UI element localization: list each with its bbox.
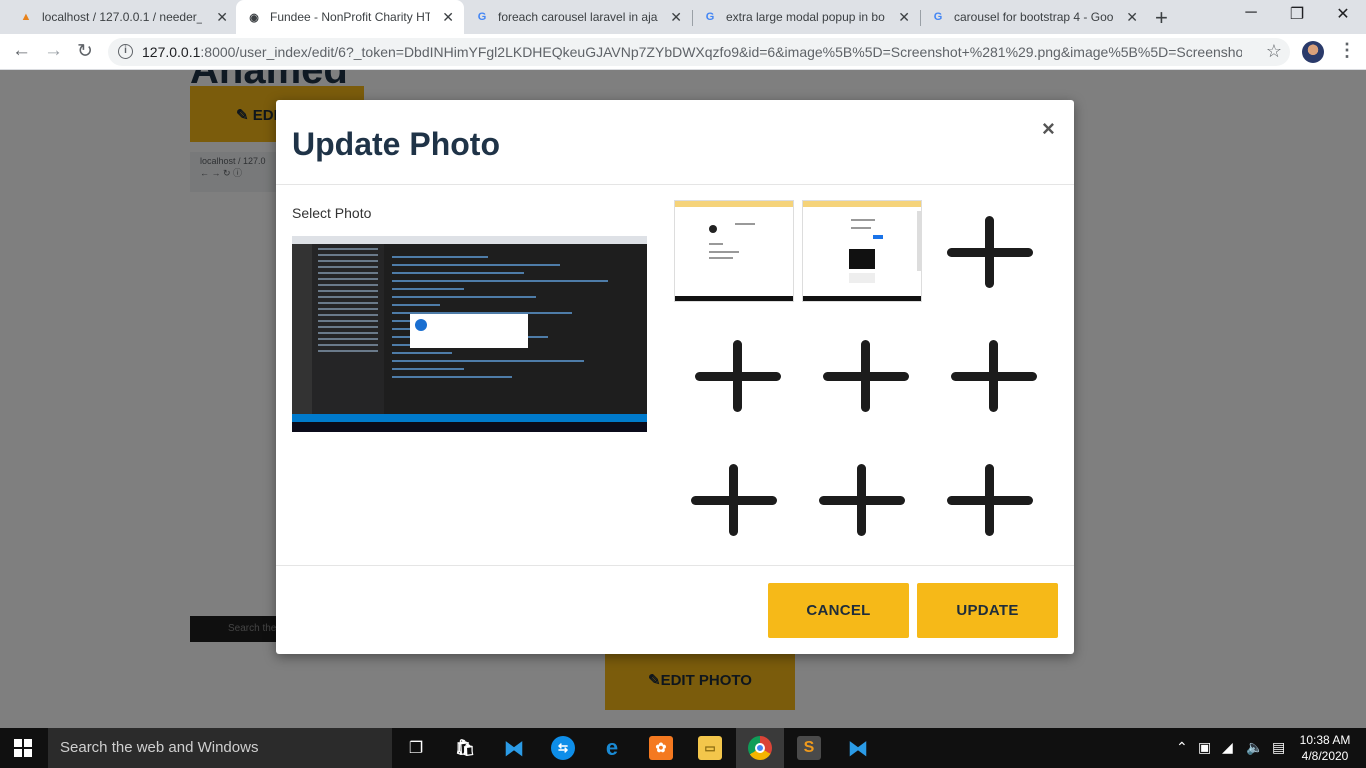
close-tab-icon[interactable]: ✕: [216, 9, 228, 26]
modal-header: Update Photo ×: [276, 100, 1074, 185]
google-icon: G: [477, 11, 487, 23]
phpmyadmin-icon: ▲: [20, 11, 32, 23]
close-tab-icon[interactable]: ✕: [670, 9, 682, 26]
notifications-icon[interactable]: ▤: [1272, 739, 1285, 756]
url-host: 127.0.0.1: [142, 44, 201, 60]
add-photo-plus-icon[interactable]: [695, 340, 781, 412]
modal-footer: CANCEL UPDATE: [276, 565, 1074, 654]
select-photo-label: Select Photo: [292, 205, 372, 221]
selected-photo-preview[interactable]: [292, 236, 647, 432]
tab-title: carousel for bootstrap 4 - Goo: [954, 10, 1114, 24]
add-photo-plus-icon[interactable]: [947, 464, 1033, 536]
taskbar-search-box[interactable]: Search the web and Windows: [48, 728, 392, 768]
tab-phpmyadmin[interactable]: ▲ localhost / 127.0.0.1 / needer_d ✕: [8, 0, 238, 34]
sublime-text-icon[interactable]: S: [797, 736, 821, 760]
thumb-mark: [873, 235, 883, 239]
tab-search-carousel[interactable]: G carousel for bootstrap 4 - Goo ✕: [920, 0, 1148, 34]
chevron-up-icon[interactable]: ⌃: [1176, 739, 1188, 756]
thumb-mark: [709, 225, 717, 233]
chrome-center: [755, 743, 765, 753]
new-tab-icon[interactable]: +: [1155, 5, 1168, 31]
info-icon[interactable]: i: [118, 44, 133, 59]
update-button[interactable]: UPDATE: [917, 583, 1058, 638]
preview-statusbar: [292, 414, 647, 422]
vscode-icon[interactable]: ⧓: [502, 736, 526, 760]
bookmark-star-icon[interactable]: ☆: [1266, 41, 1282, 62]
close-tab-icon[interactable]: ✕: [1126, 9, 1138, 26]
preview-file-tree: [312, 244, 384, 414]
add-photo-plus-icon[interactable]: [823, 340, 909, 412]
add-photo-plus-icon[interactable]: [951, 340, 1037, 412]
modal-title: Update Photo: [292, 126, 500, 162]
windows-start-icon[interactable]: [14, 739, 32, 757]
maximize-icon[interactable]: ❐: [1274, 4, 1320, 24]
back-icon[interactable]: ←: [12, 40, 31, 62]
preview-titlebar: [292, 236, 647, 244]
google-icon: G: [933, 11, 943, 23]
chrome-icon[interactable]: [748, 736, 772, 760]
teamviewer-icon: [415, 319, 427, 331]
thumb-mark: [709, 251, 739, 253]
xampp-icon[interactable]: ✿: [649, 736, 673, 760]
tab-title: Fundee - NonProfit Charity HT: [270, 10, 430, 24]
google-icon: G: [705, 11, 715, 23]
thumb-mark: [735, 223, 755, 225]
wifi-icon[interactable]: ◢: [1222, 739, 1233, 756]
thumb-footer: [675, 296, 793, 301]
thumb-mark: [709, 243, 723, 245]
reload-icon[interactable]: ↻: [77, 40, 93, 63]
clock-time: 10:38 AM: [1299, 733, 1351, 747]
preview-activity-bar: [292, 244, 312, 414]
tab-title: foreach carousel laravel in ajax: [498, 10, 658, 24]
close-tab-icon[interactable]: ✕: [898, 9, 910, 26]
url-path: :8000/user_index/edit/6?_token=DbdINHimY…: [200, 44, 1242, 60]
profile-avatar[interactable]: [1302, 41, 1324, 63]
browser-tab-strip: ▲ localhost / 127.0.0.1 / needer_d ✕ ◉ F…: [0, 0, 1366, 34]
clock[interactable]: 10:38 AM 4/8/2020: [1290, 732, 1360, 764]
tab-fundee[interactable]: ◉ Fundee - NonProfit Charity HT ✕: [236, 0, 464, 34]
network-icon[interactable]: ▣: [1198, 739, 1211, 756]
address-bar[interactable]: i 127.0.0.1:8000/user_index/edit/6?_toke…: [108, 38, 1290, 66]
clock-date: 4/8/2020: [1301, 749, 1349, 763]
close-window-icon[interactable]: ✕: [1320, 4, 1366, 24]
globe-icon: ◉: [249, 11, 259, 24]
preview-taskbar: [292, 422, 647, 432]
add-photo-plus-icon[interactable]: [947, 216, 1033, 288]
add-photo-plus-icon[interactable]: [691, 464, 777, 536]
volume-icon[interactable]: 🔈: [1246, 739, 1263, 756]
windows-taskbar: Search the web and Windows ❐ 🛍 ⧓ ⇆ e ✿ ▭…: [0, 728, 1366, 768]
photo-thumbnail-2[interactable]: [802, 200, 922, 302]
tab-search-foreach[interactable]: G foreach carousel laravel in ajax ✕: [464, 0, 692, 34]
thumb-bar: [675, 201, 793, 207]
teamviewer-icon[interactable]: ⇆: [551, 736, 575, 760]
thumb-mark: [851, 219, 875, 221]
browser-toolbar: ← → ↻ i 127.0.0.1:8000/user_index/edit/6…: [0, 34, 1366, 70]
thumb-mark: [851, 227, 871, 229]
edge-icon[interactable]: e: [600, 735, 624, 760]
close-tab-icon[interactable]: ✕: [442, 9, 454, 26]
cancel-button[interactable]: CANCEL: [768, 583, 909, 638]
add-photo-plus-icon[interactable]: [819, 464, 905, 536]
tab-title: localhost / 127.0.0.1 / needer_d: [42, 10, 202, 24]
forward-icon[interactable]: →: [44, 40, 63, 62]
url-text[interactable]: 127.0.0.1:8000/user_index/edit/6?_token=…: [142, 44, 1242, 60]
thumb-mark: [849, 249, 875, 269]
update-photo-modal: Update Photo × Select Photo CANCEL UPDAT…: [276, 100, 1074, 654]
thumb-bar: [803, 201, 921, 207]
thumb-footer: [803, 296, 921, 301]
store-icon[interactable]: 🛍: [453, 736, 477, 760]
tab-title: extra large modal popup in bo: [726, 10, 885, 24]
preview-notification: [410, 314, 528, 348]
task-view-icon[interactable]: ❐: [404, 736, 428, 760]
thumb-mark: [849, 273, 875, 283]
photo-thumbnail-1[interactable]: [674, 200, 794, 302]
thumb-mark: [917, 211, 921, 271]
close-icon[interactable]: ×: [1042, 116, 1055, 142]
file-explorer-icon[interactable]: ▭: [698, 736, 722, 760]
menu-kebab-icon[interactable]: ⋮: [1338, 40, 1356, 61]
thumb-mark: [709, 257, 733, 259]
vscode-icon[interactable]: ⧓: [846, 736, 870, 760]
tab-search-modal[interactable]: G extra large modal popup in bo ✕: [692, 0, 920, 34]
minimize-icon[interactable]: ─: [1228, 4, 1274, 22]
